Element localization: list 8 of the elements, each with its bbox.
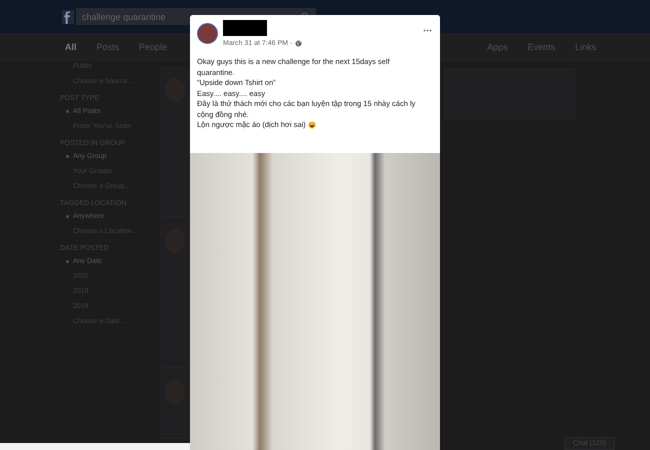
nav-tab[interactable]: All <box>65 42 77 52</box>
avatar-icon[interactable] <box>197 23 218 44</box>
logo-icon[interactable] <box>62 10 74 24</box>
more-options-icon[interactable] <box>423 29 432 32</box>
redacted-name <box>223 20 267 36</box>
laughing-emoji-icon <box>308 121 316 130</box>
globe-icon <box>295 40 302 47</box>
photo-placeholder[interactable] <box>190 153 440 450</box>
